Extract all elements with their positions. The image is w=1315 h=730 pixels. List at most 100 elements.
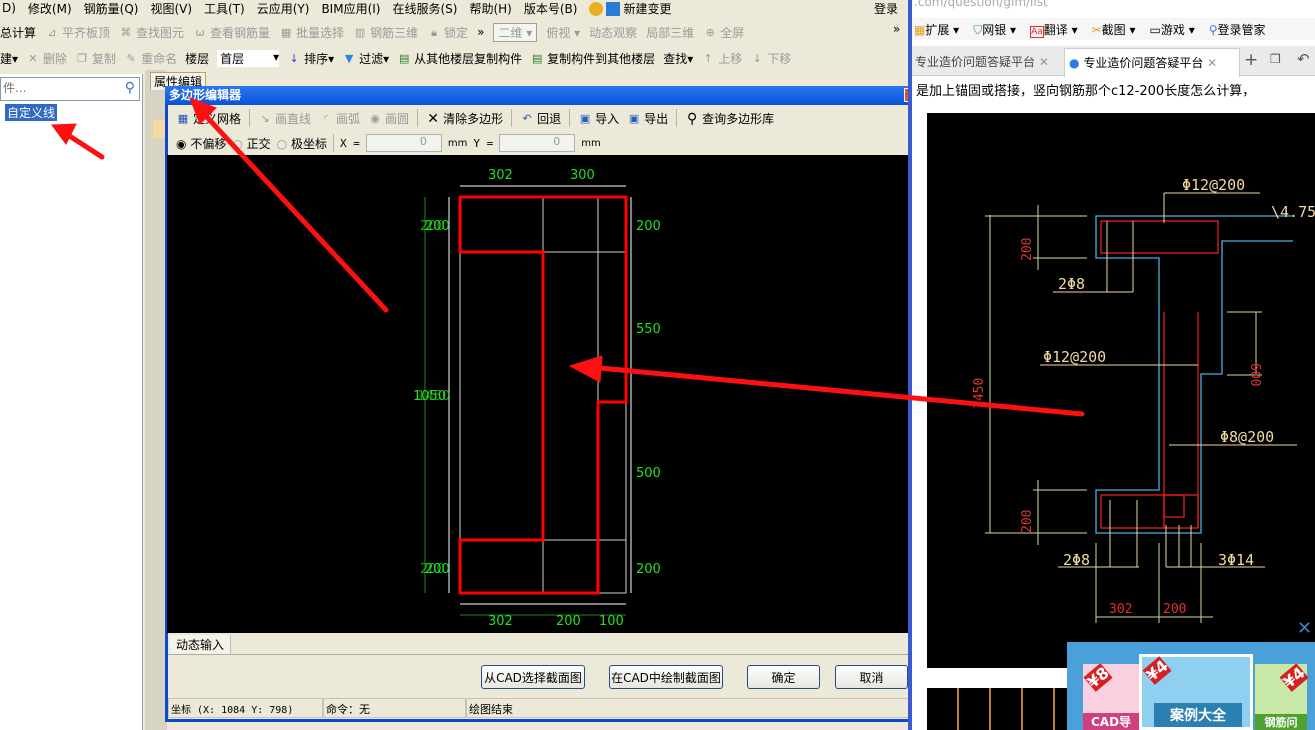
close-ad-icon[interactable]: ✕ xyxy=(1297,618,1312,639)
dim-left-1b: 200 xyxy=(420,219,445,234)
copy-to-floor-button[interactable]: ▤ 复制构件到其他楼层 xyxy=(530,50,655,67)
view-rebar-button[interactable]: ω 查看钢筋量 xyxy=(193,24,270,41)
mode-polar[interactable]: ○ 极坐标 xyxy=(277,135,327,152)
search-input[interactable] xyxy=(1,78,111,98)
move-down-button[interactable]: ↓ 下移 xyxy=(750,50,792,67)
search-icon[interactable]: ⚲ xyxy=(125,80,135,96)
cad-label: 2Φ8 xyxy=(1063,551,1090,569)
define-grid-button[interactable]: ▦ 定义网格 xyxy=(176,110,241,127)
menu-item[interactable]: D) xyxy=(2,1,16,15)
batch-select-button[interactable]: ▦ 批量选择 xyxy=(279,24,344,41)
translate-button[interactable]: Aa翻译 ▾ xyxy=(1030,21,1078,38)
local-3d-button[interactable]: 局部三维 xyxy=(646,24,694,41)
select-from-cad-button[interactable]: 从CAD选择截面图 xyxy=(481,665,585,689)
ad-card-rebar[interactable]: ¥4 钢筋问 xyxy=(1255,663,1309,730)
drawing-canvas[interactable]: 302 300 302 200 100 200 550 500 200 200 … xyxy=(167,155,919,633)
new-change-button[interactable]: 新建变更 xyxy=(589,0,671,17)
sort-button[interactable]: ↓ 排序▾ xyxy=(287,50,334,67)
delete-button[interactable]: ✕ 删除 xyxy=(26,50,67,67)
menu-online[interactable]: 在线服务(S) xyxy=(392,0,457,17)
label: 二维 xyxy=(498,25,523,40)
mode-orthogonal[interactable]: ○ 正交 xyxy=(232,135,270,152)
label: 重命名 xyxy=(141,51,178,66)
draw-in-cad-button[interactable]: 在CAD中绘制截面图 xyxy=(609,665,723,689)
clear-polygon-button[interactable]: ✕ 清除多边形 xyxy=(426,110,503,127)
cancel-button[interactable]: 取消 xyxy=(835,665,908,689)
cad-label: Φ12@200 xyxy=(1043,348,1106,366)
new-tab-icon[interactable]: + xyxy=(1244,50,1258,70)
tab-strip: 专业造价问题答疑平台 ✕ ● 专业造价问题答疑平台 ✕ + ❐ ↶ xyxy=(912,46,1315,77)
search-box: ⚲ xyxy=(0,77,140,101)
cad-label: 200 xyxy=(1020,238,1035,261)
more-button[interactable]: » xyxy=(477,25,484,39)
filter-button[interactable]: ▼ 过滤▾ xyxy=(342,50,389,67)
move-up-button[interactable]: ↑ 上移 xyxy=(701,50,743,67)
new-button[interactable]: 建▾ xyxy=(0,50,18,67)
arc-icon: ◜ xyxy=(323,112,329,125)
restore-icon[interactable]: ↶ xyxy=(1297,50,1310,68)
label: 查找图元 xyxy=(136,25,185,40)
bank-button[interactable]: ⛉网银 ▾ xyxy=(973,21,1016,38)
divider xyxy=(676,109,678,127)
login-link[interactable]: 登录 xyxy=(874,0,898,17)
x-input[interactable]: 0 xyxy=(365,134,442,152)
label: 翻译 xyxy=(1043,22,1068,37)
calc-button[interactable]: 总计算 xyxy=(0,24,36,41)
menu-view[interactable]: 视图(V) xyxy=(150,0,192,17)
menu-version[interactable]: 版本号(B) xyxy=(524,0,578,17)
copy-button[interactable]: ❐ 复制 xyxy=(75,50,116,67)
export-button[interactable]: ▣ 导出 xyxy=(627,110,668,127)
align-slab-button[interactable]: ⊿ 平齐板顶 xyxy=(45,24,110,41)
extensions-button[interactable]: ▦扩展 ▾ xyxy=(914,21,959,38)
ok-button[interactable]: 确定 xyxy=(747,665,820,689)
label: 定义网格 xyxy=(193,111,242,126)
orbit-button[interactable]: 动态观察 xyxy=(589,24,637,41)
ad-card-cases[interactable]: ¥4 案例大全 xyxy=(1139,654,1253,730)
line-icon: ↘ xyxy=(260,112,270,125)
cad-label: Φ8@200 xyxy=(1220,428,1274,446)
browser-tab-active[interactable]: ● 专业造价问题答疑平台 ✕ xyxy=(1064,48,1240,77)
games-button[interactable]: ▭游戏 ▾ xyxy=(1150,21,1195,38)
ad-banner[interactable]: ¥8 CAD导 ¥4 案例大全 ¥4 钢筋问 xyxy=(1067,642,1315,730)
menu-modify[interactable]: 修改(M) xyxy=(28,0,72,17)
menu-tools[interactable]: 工具(T) xyxy=(204,0,245,17)
copy-from-floor-button[interactable]: ▤ 从其他楼层复制构件 xyxy=(397,50,522,67)
tab-list-icon[interactable]: ❐ xyxy=(1270,52,1281,66)
browser-tab[interactable]: 专业造价问题答疑平台 ✕ xyxy=(912,48,1062,76)
find-element-button[interactable]: ⌘ 查找图元 xyxy=(119,24,185,41)
close-icon[interactable]: ✕ xyxy=(1039,55,1049,69)
draw-line-button[interactable]: ↘ 画直线 xyxy=(258,110,311,127)
rebar-3d-button[interactable]: ▥ 钢筋三维 xyxy=(353,24,418,41)
top-view-button[interactable]: 俯视 ▾ xyxy=(546,24,580,41)
value: 首层 xyxy=(220,51,245,66)
find-button[interactable]: 查找▾ xyxy=(663,50,693,67)
mode-no-offset[interactable]: ◉ 不偏移 xyxy=(176,135,226,152)
y-input[interactable]: 0 xyxy=(499,134,576,152)
lock-button[interactable]: 🔒︎ 锁定 xyxy=(427,24,468,41)
import-button[interactable]: ▣ 导入 xyxy=(578,110,619,127)
menu-bim[interactable]: BIM应用(I) xyxy=(321,0,380,17)
close-icon[interactable]: ✕ xyxy=(1207,56,1217,70)
menu-cloud[interactable]: 云应用(Y) xyxy=(257,0,310,17)
more-button-right[interactable]: » xyxy=(893,22,900,36)
address-bar[interactable]: .com/question/gim/list xyxy=(914,0,1048,9)
login-manager-button[interactable]: ⚲登录管家 xyxy=(1209,21,1266,38)
draw-circle-button[interactable]: ◉ 画圆 xyxy=(368,110,409,127)
rename-button[interactable]: ✎ 重命名 xyxy=(124,50,177,67)
floor-select[interactable]: 首层 ▾ xyxy=(217,49,280,67)
tab-dynamic-input[interactable]: 动态输入 xyxy=(170,635,232,654)
label: 下移 xyxy=(767,51,792,66)
label: 过滤▾ xyxy=(359,51,390,66)
ad-card-cad[interactable]: ¥8 CAD导 xyxy=(1083,663,1139,730)
fullscreen-button[interactable]: ⊕ 全屏 xyxy=(703,24,745,41)
tree-item-custom-line[interactable]: 自定义线 xyxy=(5,104,58,121)
menu-rebar[interactable]: 钢筋量(Q) xyxy=(84,0,139,17)
undo-button[interactable]: ↶ 回退 xyxy=(520,110,561,127)
screenshot-button[interactable]: ✂截图 ▾ xyxy=(1092,21,1136,38)
cad-label: 2Φ8 xyxy=(1058,275,1085,293)
draw-arc-button[interactable]: ◜ 画弧 xyxy=(319,110,360,127)
menu-help[interactable]: 帮助(H) xyxy=(469,0,511,17)
query-library-button[interactable]: ⚲ 查询多边形库 xyxy=(685,110,774,127)
polygon-shape[interactable] xyxy=(458,195,628,595)
view-mode-select[interactable]: 二维 ▾ xyxy=(493,22,538,42)
